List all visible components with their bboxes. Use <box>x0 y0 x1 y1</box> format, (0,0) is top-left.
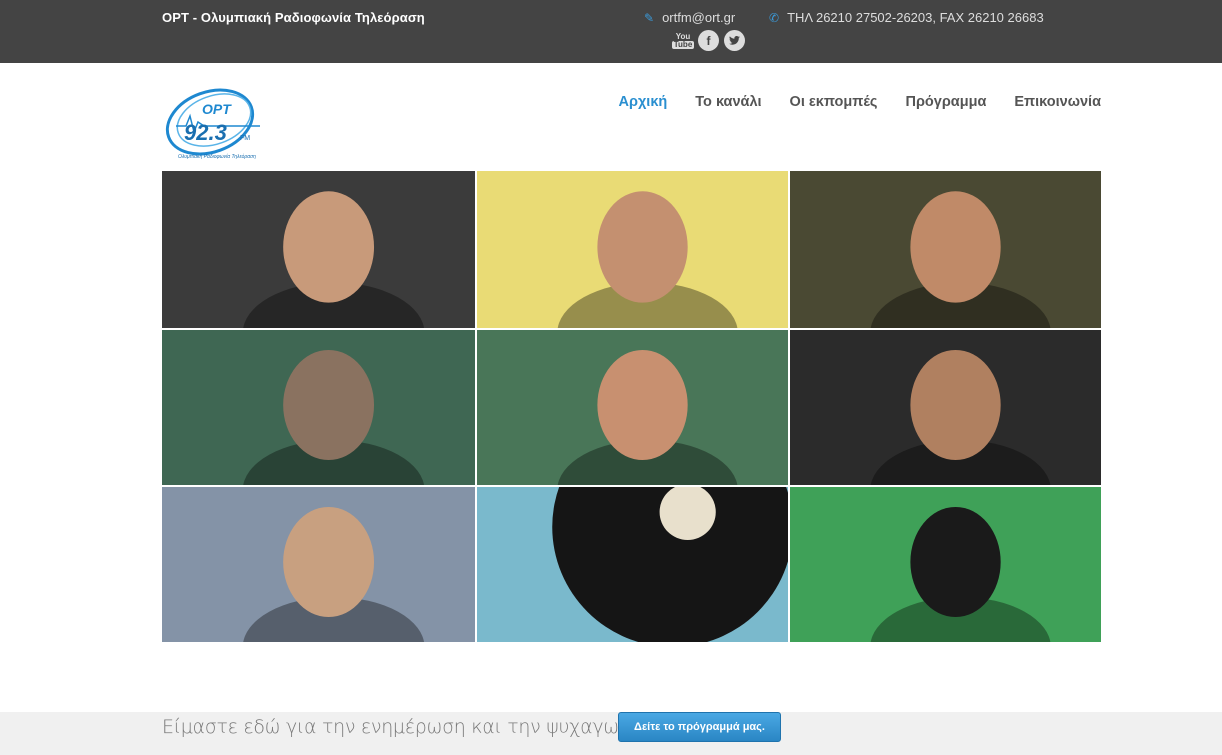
email-text: ortfm@ort.gr <box>662 10 736 25</box>
photo-gallery <box>162 171 1101 642</box>
main-nav: Αρχική Το κανάλι Οι εκπομπές Πρόγραμμα Ε… <box>619 94 1101 110</box>
nav-item-contact[interactable]: Επικοινωνία <box>1014 94 1101 110</box>
pencil-icon: ✎ <box>644 10 655 25</box>
twitter-icon[interactable] <box>724 30 745 51</box>
youtube-icon[interactable]: You Tube <box>671 31 695 51</box>
logo-brand: ΟΡΤ <box>202 101 232 117</box>
photo-host-woman-microphone[interactable] <box>477 330 788 485</box>
logo-subtitle: Ολυμπιακή Ραδιοφωνία Τηλεόραση <box>178 153 256 160</box>
nav-item-channel[interactable]: Το κανάλι <box>695 94 761 110</box>
nav-item-schedule[interactable]: Πρόγραμμα <box>905 94 986 110</box>
photo-host-glasses-office[interactable] <box>162 171 475 328</box>
contact-email[interactable]: ✎ ortfm@ort.gr <box>644 10 735 25</box>
tagline: Είμαστε εδώ για την ενημέρωση και την ψυ… <box>162 716 697 738</box>
site-name: ΟΡΤ - Ολυμπιακή Ραδιοφωνία Τηλεόραση <box>162 10 425 25</box>
logo-unit: FM <box>240 135 250 142</box>
photo-host-headphones-green[interactable] <box>162 330 475 485</box>
photo-two-hosts-apple[interactable] <box>790 171 1101 328</box>
schedule-cta-button[interactable]: Δείτε το πρόγραμμά μας. <box>618 712 781 742</box>
photo-host-studio-logo[interactable] <box>790 487 1101 642</box>
nav-item-home[interactable]: Αρχική <box>619 94 668 110</box>
photo-vinyl-record[interactable] <box>477 487 788 642</box>
top-bar: ΟΡΤ - Ολυμπιακή Ραδιοφωνία Τηλεόραση ✎ o… <box>0 0 1222 63</box>
phone-icon: ✆ <box>769 10 780 25</box>
photo-host-outdoor-cafe[interactable] <box>162 487 475 642</box>
photo-host-headphones-studio[interactable] <box>477 171 788 328</box>
social-links: You Tube f <box>671 30 745 51</box>
photo-host-dark-room[interactable] <box>790 330 1101 485</box>
phone-text: ΤΗΛ 26210 27502-26203, FAX 26210 26683 <box>787 10 1044 25</box>
logo-frequency: 92.3 <box>184 120 227 145</box>
nav-item-shows[interactable]: Οι εκπομπές <box>790 94 878 110</box>
site-logo[interactable]: ΟΡΤ 92.3 FM Ολυμπιακή Ραδιοφωνία Τηλεόρα… <box>162 82 262 162</box>
facebook-icon[interactable]: f <box>698 30 719 51</box>
contact-phone: ✆ ΤΗΛ 26210 27502-26203, FAX 26210 26683 <box>769 10 1044 25</box>
